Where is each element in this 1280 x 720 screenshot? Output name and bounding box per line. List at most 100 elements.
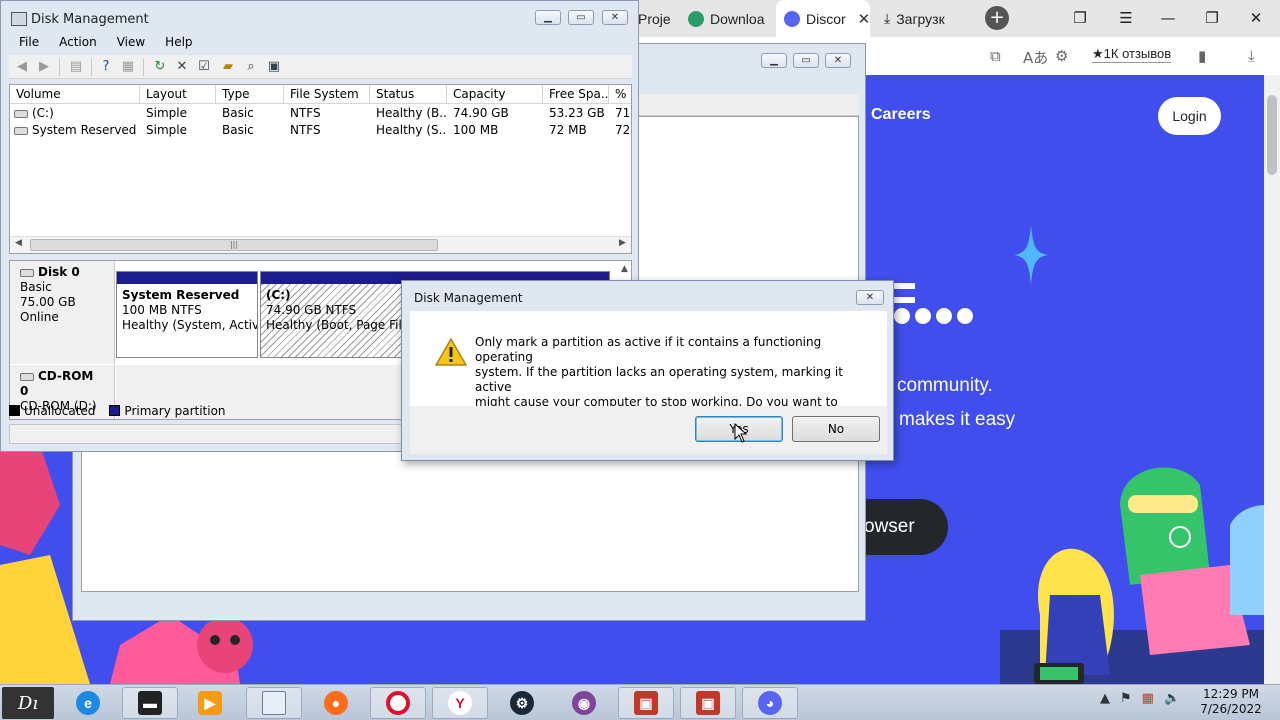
toolbar-separator (59, 58, 60, 76)
reader-icon[interactable]: Aあ (1023, 47, 1048, 68)
minimize-button[interactable]: ▁ (761, 53, 787, 68)
toolbar-separator (91, 58, 92, 76)
tab-download-ru[interactable]: ⤓ Загрузк (876, 0, 966, 37)
column-type[interactable]: Type (216, 85, 284, 104)
settings-icon[interactable]: ▣ (265, 58, 283, 76)
tab-label: Proje (638, 10, 671, 27)
no-button[interactable]: No (792, 416, 880, 442)
tor-icon: ◉ (572, 691, 596, 715)
taskbar-discord[interactable]: ◕ (742, 687, 798, 719)
search-icon[interactable]: ⌕ (242, 58, 260, 76)
scroll-left-icon[interactable]: ◀ (15, 238, 22, 248)
volume-icon[interactable]: 🔈 (1164, 691, 1180, 706)
close-button[interactable]: ✕ (602, 10, 628, 25)
column-file-system[interactable]: File System (284, 85, 370, 104)
taskbar-opera[interactable] (370, 687, 426, 719)
horizontal-scrollbar[interactable]: ◀ ||| ▶ (10, 236, 631, 253)
close-icon[interactable]: ✕ (858, 10, 871, 28)
properties-icon[interactable]: ▦ (119, 58, 137, 76)
taskbar-yandex[interactable]: Y (432, 687, 488, 719)
help-icon[interactable]: ? (97, 58, 115, 76)
cell-fs: NTFS (290, 123, 321, 137)
taskbar-firefox[interactable]: ● (308, 687, 364, 719)
legend-swatch (9, 405, 20, 416)
cell-capacity: 100 MB (453, 123, 499, 137)
taskbar-toolbox-1[interactable]: ▣ (618, 687, 674, 719)
discord-icon: ◕ (758, 691, 782, 715)
tab-label: Discor (806, 10, 846, 27)
opera-icon (386, 691, 410, 715)
legend: Unallocated Primary partition (9, 404, 226, 418)
scroll-up-icon[interactable]: ▲ (621, 264, 628, 274)
dialog-close-button[interactable]: ✕ (856, 290, 884, 305)
refresh-icon[interactable]: ↻ (151, 58, 169, 76)
menu-action[interactable]: Action (49, 33, 107, 53)
forward-icon[interactable]: ▶ (35, 58, 53, 76)
hero-text-line: makes it easy (899, 409, 1016, 430)
taskbar-toolbox-2[interactable]: ▣ (680, 687, 736, 719)
taskbar-tor[interactable]: ◉ (556, 687, 612, 719)
scroll-thumb[interactable]: ||| (30, 239, 438, 251)
cell-free: 53.23 GB (549, 106, 605, 120)
tab-downloads[interactable]: Downloa (680, 0, 775, 37)
tabs-overview-icon[interactable]: ❐ (1058, 0, 1102, 37)
back-icon[interactable]: ◀ (13, 58, 31, 76)
minimize-button[interactable]: — (1146, 0, 1190, 37)
menu-file[interactable]: File (9, 33, 49, 53)
disk-type: Basic (20, 280, 52, 294)
tray-expand-icon[interactable]: ▲ (1100, 691, 1110, 706)
start-button[interactable]: Dı (2, 687, 54, 719)
maximize-button[interactable]: ▭ (793, 53, 819, 68)
console-tree-icon[interactable]: ▤ (67, 58, 85, 76)
new-tab-button[interactable]: + (985, 6, 1009, 30)
taskbar: Dı e ▬ ▶ ● Y ⚙ ◉ ▣ ▣ ◕ ▲ ⚑ ▦ 🔈 12:29 PM … (0, 684, 1280, 720)
reviews-link[interactable]: ★1К отзывов (1092, 46, 1172, 63)
maximize-button[interactable]: ▭ (568, 10, 594, 25)
translate-icon[interactable]: ⧉ (990, 47, 1001, 65)
column-status[interactable]: Status (370, 85, 447, 104)
column-free-space[interactable]: Free Spa... (543, 85, 609, 104)
column-capacity[interactable]: Capacity (447, 85, 543, 104)
menu-help[interactable]: Help (155, 33, 202, 53)
close-button[interactable]: ✕ (825, 53, 851, 68)
delete-icon[interactable]: ✕ (173, 58, 191, 76)
taskbar-window[interactable] (246, 687, 302, 719)
open-folder-icon[interactable]: ▰ (219, 58, 237, 76)
bookmark-icon[interactable]: ▮ (1198, 47, 1206, 65)
network-icon[interactable]: ▦ (1142, 691, 1154, 706)
tab-label: Downloa (710, 10, 765, 27)
scroll-thumb[interactable] (1267, 95, 1277, 175)
media-player-icon: ▶ (198, 691, 222, 715)
column-layout[interactable]: Layout (140, 85, 216, 104)
window-title: Disk Management (31, 12, 149, 27)
toolbox-icon: ▣ (634, 691, 658, 715)
partition-bar (117, 272, 257, 284)
page-scrollbar[interactable] (1264, 75, 1280, 684)
close-button[interactable]: ✕ (1234, 0, 1278, 37)
taskbar-terminal[interactable]: ▬ (122, 687, 178, 719)
disk-management-icon (11, 12, 27, 26)
taskbar-media-player[interactable]: ▶ (182, 687, 238, 719)
partition-system-reserved[interactable]: System Reserved 100 MB NTFS Healthy (Sys… (116, 271, 258, 358)
downloads-icon[interactable]: ⤓ (1248, 47, 1255, 65)
column-volume[interactable]: Volume (10, 85, 140, 104)
tab-discord[interactable]: Discor ✕ (776, 0, 870, 37)
menu-icon[interactable]: ☰ (1104, 0, 1148, 37)
menu-view[interactable]: View (107, 33, 155, 53)
check-icon[interactable]: ☑ (195, 58, 213, 76)
action-center-flag-icon[interactable]: ⚑ (1120, 691, 1132, 706)
scroll-right-icon[interactable]: ▶ (619, 238, 626, 248)
column-percent-free[interactable]: % F (609, 85, 631, 104)
restore-button[interactable]: ❐ (1190, 0, 1234, 37)
login-button[interactable]: Login (1158, 97, 1221, 135)
disk-0-label[interactable]: Disk 0 Basic 75.00 GB Online (10, 261, 115, 364)
taskbar-ie[interactable]: e (60, 687, 116, 719)
nav-careers[interactable]: Careers (871, 106, 931, 124)
firefox-icon: ● (324, 691, 348, 715)
extension-icon[interactable]: ⚙ (1055, 47, 1068, 65)
minimize-button[interactable]: ▁ (535, 10, 561, 25)
cell-volume: System Reserved (14, 123, 136, 137)
taskbar-steam[interactable]: ⚙ (494, 687, 550, 719)
clock[interactable]: 12:29 PM 7/26/2022 (1196, 687, 1266, 717)
volume-name: System Reserved (32, 123, 137, 137)
